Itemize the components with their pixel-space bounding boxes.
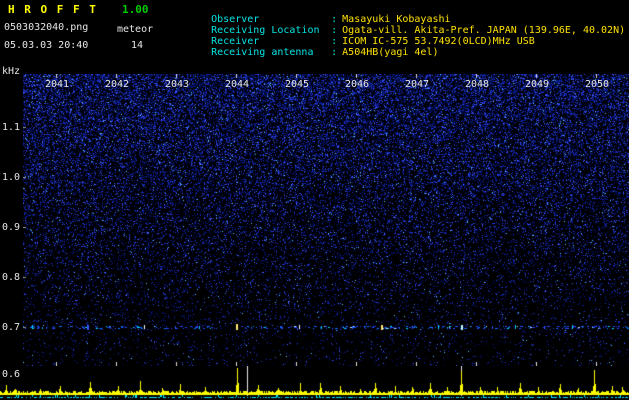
time-tick-label: 2049 — [524, 79, 550, 90]
freq-tick-label: 1.0 — [2, 172, 21, 183]
freq-tick-label: 0.6 — [2, 369, 21, 380]
info-value: A504HB(yagi 4el) — [342, 47, 439, 58]
app-version: 1.00 — [122, 3, 149, 16]
time-tick-label: 2041 — [44, 79, 70, 90]
freq-axis-unit: kHz — [2, 66, 21, 77]
time-tick-label: 2048 — [464, 79, 490, 90]
time-tick-label: 2045 — [284, 79, 310, 90]
time-tick-label: 2047 — [404, 79, 430, 90]
timestamp: 05.03.03 20:40 — [4, 40, 89, 51]
freq-tick-label: 0.8 — [2, 272, 21, 283]
time-tick-label: 2050 — [584, 79, 610, 90]
time-tick-label: 2042 — [104, 79, 130, 90]
level-canvas — [0, 366, 629, 400]
hrofft-screen: H R O F F T 1.00 0503032040.png meteor 0… — [0, 0, 629, 400]
time-tick-label: 2044 — [224, 79, 250, 90]
freq-tick-label: 0.9 — [2, 222, 21, 233]
app-title: H R O F F T — [8, 3, 98, 16]
spectrogram-canvas — [23, 74, 629, 366]
meteor-count: 14 — [131, 40, 144, 51]
info-row-antenna: Receiving antenna: A504HB(yagi 4el) — [175, 36, 438, 69]
freq-tick-label: 1.1 — [2, 122, 21, 133]
freq-tick-label: 0.7 — [2, 322, 21, 333]
info-colon: : — [331, 47, 338, 58]
time-tick-label: 2046 — [344, 79, 370, 90]
time-tick-label: 2043 — [164, 79, 190, 90]
info-label: Receiving antenna — [211, 47, 314, 58]
output-filename: 0503032040.png — [4, 22, 89, 33]
mode-label: meteor — [117, 24, 154, 35]
